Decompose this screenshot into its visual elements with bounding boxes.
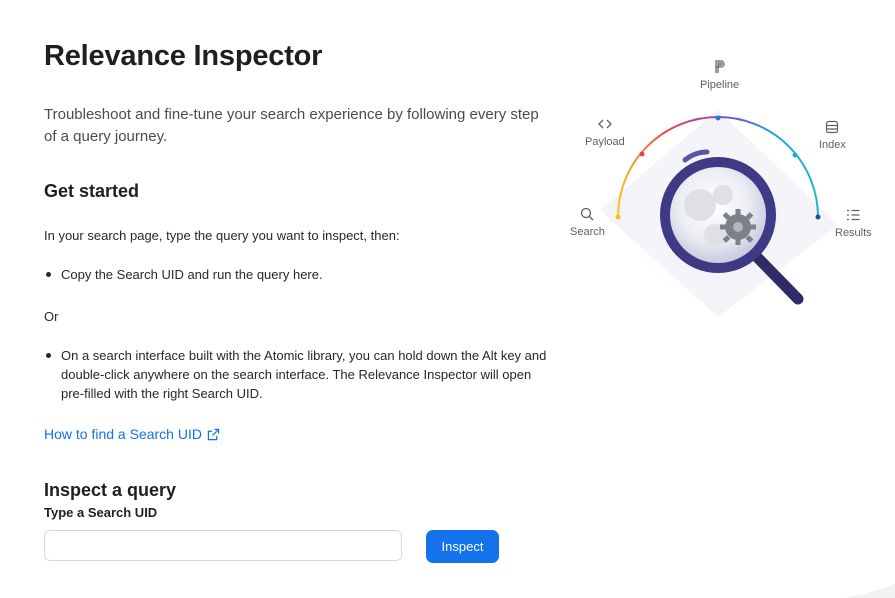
arc-dot-search bbox=[615, 214, 621, 220]
arc-dot-payload bbox=[639, 151, 645, 157]
list-icon bbox=[847, 209, 860, 221]
inspect-button[interactable]: Inspect bbox=[426, 530, 499, 563]
arc-dot-results bbox=[815, 214, 821, 220]
bullet-text: Copy the Search UID and run the query he… bbox=[61, 267, 323, 282]
step-index: Index bbox=[819, 120, 846, 151]
arc-dot-index bbox=[792, 152, 798, 158]
bullet-text: On a search interface built with the Ato… bbox=[61, 348, 547, 401]
database-icon bbox=[826, 120, 839, 134]
search-uid-label: Type a Search UID bbox=[44, 505, 158, 520]
corner-decoration bbox=[845, 584, 895, 598]
intro-text: Troubleshoot and fine-tune your search e… bbox=[44, 106, 539, 145]
step-label: Results bbox=[835, 227, 872, 239]
pipeline-icon bbox=[714, 60, 725, 73]
search-uid-input[interactable] bbox=[44, 530, 402, 561]
external-link-icon bbox=[207, 428, 220, 440]
inspect-heading: Inspect a query bbox=[44, 480, 177, 500]
code-icon bbox=[597, 119, 612, 129]
or-text: Or bbox=[44, 309, 59, 324]
step-label: Search bbox=[570, 226, 605, 238]
bullet-atomic: On a search interface built with the Ato… bbox=[44, 346, 549, 403]
step-label: Index bbox=[819, 139, 846, 151]
page-title: Relevance Inspector bbox=[44, 40, 323, 72]
magnifier-illustration bbox=[600, 110, 838, 317]
bullet-dot bbox=[46, 353, 51, 358]
get-started-heading: Get started bbox=[44, 181, 140, 201]
step-payload: Payload bbox=[585, 117, 625, 148]
bullet-dot bbox=[46, 272, 51, 277]
gear-icon bbox=[720, 209, 756, 245]
step-label: Pipeline bbox=[700, 79, 740, 91]
bullet-copy-uid: Copy the Search UID and run the query he… bbox=[44, 265, 549, 284]
find-uid-link-label: How to find a Search UID bbox=[44, 426, 202, 442]
arc-dot-pipeline bbox=[715, 115, 721, 121]
search-icon bbox=[581, 207, 594, 221]
step-label: Payload bbox=[585, 136, 625, 148]
instruction-text: In your search page, type the query you … bbox=[44, 228, 400, 243]
query-journey-illustration: Pipeline Payload Index Search Results bbox=[560, 55, 895, 330]
step-results: Results bbox=[835, 208, 872, 239]
step-pipeline: Pipeline bbox=[700, 60, 739, 91]
step-search: Search bbox=[570, 207, 605, 238]
find-uid-link[interactable]: How to find a Search UID bbox=[44, 426, 220, 442]
